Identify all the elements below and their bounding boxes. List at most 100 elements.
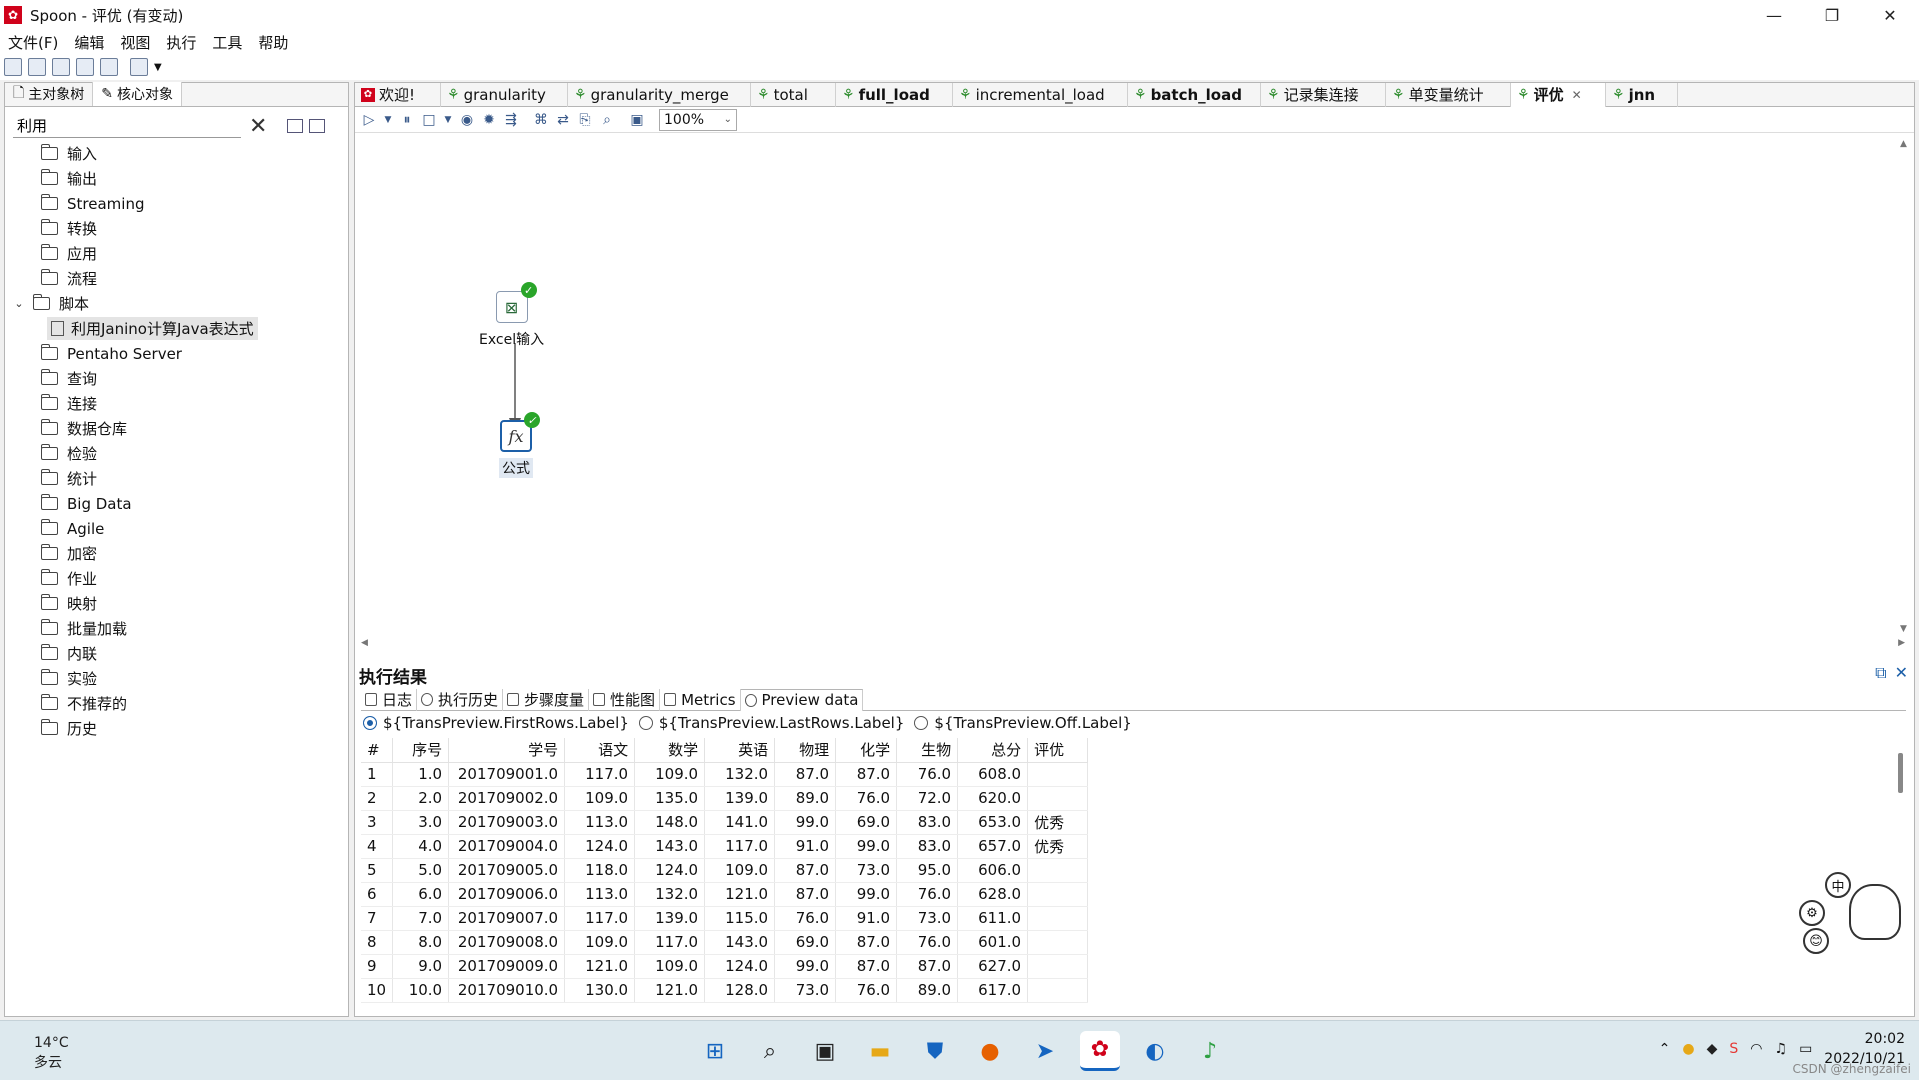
table-cell[interactable]: 3.0 xyxy=(392,810,450,835)
tree-folder-statistics[interactable]: 统计 xyxy=(9,466,348,491)
table-cell[interactable]: 76.0 xyxy=(774,906,837,931)
column-header[interactable]: 评优 xyxy=(1027,738,1089,763)
column-header[interactable]: 序号 xyxy=(392,738,450,763)
table-cell[interactable]: 130.0 xyxy=(564,978,636,1003)
table-cell[interactable]: 201709001.0 xyxy=(448,762,566,787)
radio-off[interactable] xyxy=(914,716,929,730)
tree-folder-deprecated[interactable]: 不推荐的 xyxy=(9,691,348,716)
table-cell[interactable]: 620.0 xyxy=(957,786,1029,811)
tree-folder-pentaho-server[interactable]: Pentaho Server xyxy=(9,341,348,366)
table-cell[interactable]: 73.0 xyxy=(896,906,959,931)
table-cell[interactable]: 99.0 xyxy=(774,954,837,979)
table-cell[interactable]: 201709007.0 xyxy=(448,906,566,931)
table-cell[interactable]: 5.0 xyxy=(392,858,450,883)
chevron-down-icon[interactable]: ▼ xyxy=(383,112,393,128)
radio-first-rows[interactable] xyxy=(363,716,377,730)
windows-start-icon[interactable]: ⊞ xyxy=(695,1031,735,1071)
table-cell[interactable]: 7.0 xyxy=(392,906,450,931)
table-cell[interactable]: 8 xyxy=(361,930,394,955)
tab-full-load[interactable]: ⚘ full_load xyxy=(836,82,953,107)
table-cell[interactable]: 117.0 xyxy=(704,834,776,859)
table-cell[interactable]: 99.0 xyxy=(835,834,898,859)
tab-record-join[interactable]: ⚘ 记录集连接 xyxy=(1261,82,1386,107)
new-file-icon[interactable] xyxy=(4,58,22,76)
column-header[interactable]: # xyxy=(361,738,394,763)
table-cell[interactable]: 201709003.0 xyxy=(448,810,566,835)
table-cell[interactable]: 139.0 xyxy=(634,906,706,931)
table-cell[interactable]: 109.0 xyxy=(564,786,636,811)
chevron-down-icon[interactable]: ⌄ xyxy=(9,297,29,310)
table-cell[interactable] xyxy=(1027,762,1089,787)
table-cell[interactable]: 10.0 xyxy=(392,978,450,1003)
table-row[interactable]: 6 6.0 201709006.0 113.0 132.0 121.0 87.0 99.0 76… xyxy=(361,882,1089,907)
step-formula[interactable]: fx ✓ 公式 xyxy=(499,412,540,478)
table-cell[interactable]: 10 xyxy=(361,978,394,1003)
column-header[interactable]: 数学 xyxy=(634,738,706,763)
close-tab-icon[interactable]: ✕ xyxy=(1572,88,1582,102)
menu-view[interactable]: 视图 xyxy=(120,32,150,53)
app-arrow-icon[interactable]: ➤ xyxy=(1025,1031,1065,1071)
menu-tools[interactable]: 工具 xyxy=(212,32,242,53)
tree-folder-transform[interactable]: 转换 xyxy=(9,216,348,241)
table-cell[interactable]: 76.0 xyxy=(896,762,959,787)
table-cell[interactable]: 201709008.0 xyxy=(448,930,566,955)
open-file-icon[interactable] xyxy=(28,58,46,76)
table-cell[interactable]: 109.0 xyxy=(704,858,776,883)
table-cell[interactable]: 117.0 xyxy=(564,762,636,787)
tree-folder-flow[interactable]: 流程 xyxy=(9,266,348,291)
table-row[interactable]: 1 1.0 201709001.0 117.0 109.0 132.0 87.0 87.0 76… xyxy=(361,762,1089,787)
battery-icon[interactable]: ▭ xyxy=(1799,1041,1812,1057)
table-row[interactable]: 2 2.0 201709002.0 109.0 135.0 139.0 89.0 76.0 72… xyxy=(361,786,1089,811)
table-cell[interactable]: 148.0 xyxy=(634,810,706,835)
tree-folder-bulk-loading[interactable]: 批量加载 xyxy=(9,616,348,641)
spoon-icon[interactable]: ✿ xyxy=(1080,1031,1120,1071)
table-row[interactable]: 4 4.0 201709004.0 124.0 143.0 117.0 91.0 99.0 83… xyxy=(361,834,1089,859)
chevron-up-icon[interactable]: ⌃ xyxy=(1659,1041,1671,1057)
tab-preview-data[interactable]: Preview data xyxy=(740,688,864,711)
table-row[interactable]: 3 3.0 201709003.0 113.0 148.0 141.0 99.0 69.0 83… xyxy=(361,810,1089,835)
explore-db-icon[interactable]: ⌕ xyxy=(599,112,615,128)
tree-folder-experimental[interactable]: 实验 xyxy=(9,666,348,691)
scroll-right-icon[interactable]: ▶ xyxy=(1898,638,1905,648)
table-cell[interactable]: 139.0 xyxy=(704,786,776,811)
table-cell[interactable]: 201709009.0 xyxy=(448,954,566,979)
tab-performance-graph[interactable]: 性能图 xyxy=(589,688,661,711)
table-cell[interactable]: 76.0 xyxy=(835,786,898,811)
zoom-select[interactable]: 100% ⌄ xyxy=(659,108,737,131)
tab-core-objects[interactable]: ✎ 核心对象 xyxy=(93,82,182,106)
table-cell[interactable]: 124.0 xyxy=(634,858,706,883)
tree-folder-inline[interactable]: 内联 xyxy=(9,641,348,666)
save-as-icon[interactable] xyxy=(100,58,118,76)
table-cell[interactable]: 76.0 xyxy=(896,930,959,955)
table-cell[interactable]: 608.0 xyxy=(957,762,1029,787)
column-header[interactable]: 英语 xyxy=(704,738,776,763)
step-excel-input[interactable]: ⊠ ✓ Excel输入 xyxy=(479,282,544,349)
wifi-icon[interactable]: ◠ xyxy=(1750,1041,1762,1057)
table-cell[interactable]: 83.0 xyxy=(896,834,959,859)
table-cell[interactable] xyxy=(1027,858,1089,883)
table-cell[interactable]: 1.0 xyxy=(392,762,450,787)
tab-incremental-load[interactable]: ⚘ incremental_load xyxy=(953,82,1128,107)
volume-icon[interactable]: ♫ xyxy=(1775,1041,1788,1057)
table-cell[interactable]: 91.0 xyxy=(835,906,898,931)
table-cell[interactable]: 124.0 xyxy=(704,954,776,979)
table-cell[interactable]: 115.0 xyxy=(704,906,776,931)
tree-folder-lookup[interactable]: 查询 xyxy=(9,366,348,391)
column-header[interactable]: 化学 xyxy=(835,738,898,763)
table-cell[interactable]: 135.0 xyxy=(634,786,706,811)
maximize-button[interactable]: ❐ xyxy=(1803,0,1861,30)
table-cell[interactable]: 6.0 xyxy=(392,882,450,907)
tree-folder-big-data[interactable]: Big Data xyxy=(9,491,348,516)
table-cell[interactable]: 1 xyxy=(361,762,394,787)
table-cell[interactable]: 5 xyxy=(361,858,394,883)
minimize-button[interactable]: — xyxy=(1745,0,1803,30)
table-cell[interactable]: 118.0 xyxy=(564,858,636,883)
column-header[interactable]: 物理 xyxy=(774,738,837,763)
table-cell[interactable]: 201709010.0 xyxy=(448,978,566,1003)
table-cell[interactable]: 8.0 xyxy=(392,930,450,955)
perspective-icon[interactable] xyxy=(130,58,148,76)
table-cell[interactable]: 132.0 xyxy=(634,882,706,907)
table-cell[interactable]: 87.0 xyxy=(774,858,837,883)
table-row[interactable]: 10 10.0 201709010.0 130.0 121.0 128.0 73.0 76.0… xyxy=(361,978,1089,1003)
ime-chinese-icon[interactable]: 中 xyxy=(1825,872,1851,898)
